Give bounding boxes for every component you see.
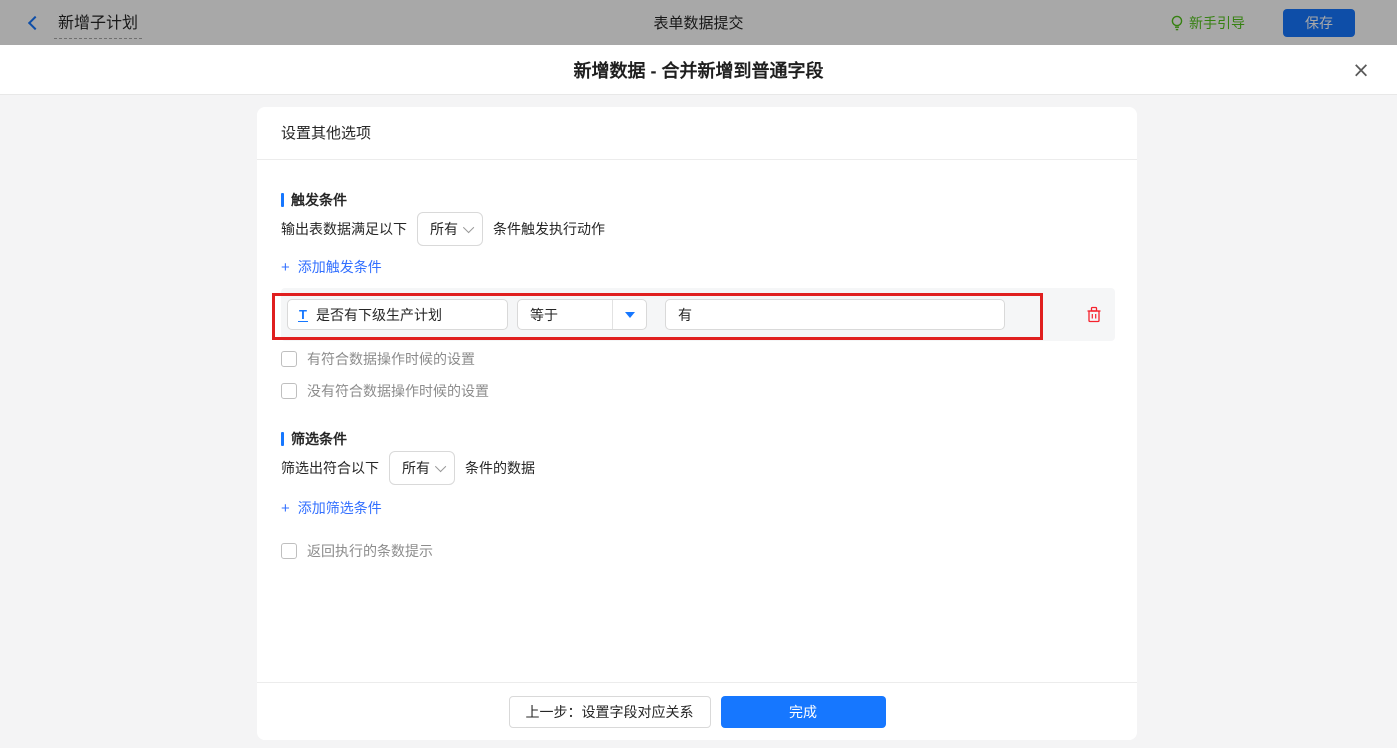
caret-down-icon: [625, 312, 635, 318]
back-button[interactable]: [22, 12, 44, 34]
plus-icon: +: [281, 259, 290, 276]
match-settings-checkbox-row: 有符合数据操作时候的设置: [281, 349, 475, 369]
top-toolbar: 新增子计划 表单数据提交 新手引导 保存: [0, 0, 1397, 45]
filter-match-prefix: 筛选出符合以下: [281, 458, 379, 478]
operator-caret-zone[interactable]: [612, 300, 646, 329]
section-bar-icon: [281, 193, 284, 207]
condition-value-input[interactable]: 有: [665, 299, 1005, 330]
back-chevron-icon: [28, 15, 42, 29]
add-trigger-condition-label: 添加触发条件: [298, 257, 382, 277]
options-card: 设置其他选项 触发条件 输出表数据满足以下 所有 条件触发执行动作 + 添加触发…: [257, 107, 1137, 740]
modal-title: 新增数据 - 合并新增到普通字段: [574, 57, 824, 83]
count-hint-checkbox-row: 返回执行的条数提示: [281, 541, 433, 561]
trigger-section-title-text: 触发条件: [291, 190, 347, 210]
trigger-match-suffix: 条件触发执行动作: [493, 219, 605, 239]
trigger-section-title: 触发条件: [281, 190, 347, 210]
trigger-match-row: 输出表数据满足以下 所有 条件触发执行动作: [281, 211, 605, 247]
condition-field-value: 是否有下级生产计划: [316, 305, 442, 325]
filter-match-select[interactable]: 所有: [389, 451, 455, 485]
add-filter-condition-link[interactable]: + 添加筛选条件: [281, 498, 382, 518]
chevron-down-icon: [435, 461, 446, 472]
close-icon[interactable]: ×: [1350, 59, 1372, 81]
beginner-guide-link[interactable]: 新手引导: [1170, 13, 1245, 33]
filter-match-suffix: 条件的数据: [465, 458, 535, 478]
condition-field-select[interactable]: T 是否有下级生产计划: [287, 299, 508, 330]
save-button[interactable]: 保存: [1283, 9, 1355, 37]
toolbar-center-title: 表单数据提交: [653, 12, 743, 33]
condition-operator-select[interactable]: 等于: [517, 299, 647, 330]
trigger-match-prefix: 输出表数据满足以下: [281, 219, 407, 239]
plan-title[interactable]: 新增子计划: [54, 7, 142, 39]
section-bar-icon: [281, 432, 284, 446]
no-match-settings-checkbox-row: 没有符合数据操作时候的设置: [281, 381, 489, 401]
trigger-match-select[interactable]: 所有: [417, 212, 483, 246]
trash-icon: [1086, 306, 1102, 323]
text-field-type-icon: T: [298, 308, 308, 322]
previous-step-button[interactable]: 上一步：设置字段对应关系: [509, 696, 711, 728]
delete-condition-button[interactable]: [1081, 301, 1107, 327]
add-trigger-condition-link[interactable]: + 添加触发条件: [281, 257, 382, 277]
beginner-guide-label: 新手引导: [1189, 13, 1245, 33]
lightbulb-icon: [1170, 15, 1184, 31]
count-hint-checkbox[interactable]: [281, 543, 297, 559]
filter-section-title: 筛选条件: [281, 429, 347, 449]
chevron-down-icon: [463, 222, 474, 233]
modal-header: 新增数据 - 合并新增到普通字段 ×: [0, 45, 1397, 95]
add-data-modal: 新增数据 - 合并新增到普通字段 × 设置其他选项 触发条件 输出表数据满足以下…: [0, 45, 1397, 748]
plus-icon: +: [281, 500, 290, 517]
match-settings-label: 有符合数据操作时候的设置: [307, 349, 475, 369]
condition-value-text: 有: [678, 305, 692, 325]
filter-match-row: 筛选出符合以下 所有 条件的数据: [281, 450, 535, 486]
card-footer: 上一步：设置字段对应关系 完成: [257, 682, 1137, 740]
done-button[interactable]: 完成: [721, 696, 886, 728]
match-settings-checkbox[interactable]: [281, 351, 297, 367]
modal-body: 设置其他选项 触发条件 输出表数据满足以下 所有 条件触发执行动作 + 添加触发…: [0, 95, 1397, 748]
trigger-condition-row: T 是否有下级生产计划 等于 有: [281, 288, 1115, 341]
filter-match-select-value: 所有: [402, 458, 430, 478]
filter-section-title-text: 筛选条件: [291, 429, 347, 449]
no-match-settings-label: 没有符合数据操作时候的设置: [307, 381, 489, 401]
condition-operator-value: 等于: [518, 305, 612, 325]
card-header-title: 设置其他选项: [257, 107, 1137, 160]
no-match-settings-checkbox[interactable]: [281, 383, 297, 399]
add-filter-condition-label: 添加筛选条件: [298, 498, 382, 518]
trigger-match-select-value: 所有: [430, 219, 458, 239]
count-hint-label: 返回执行的条数提示: [307, 541, 433, 561]
